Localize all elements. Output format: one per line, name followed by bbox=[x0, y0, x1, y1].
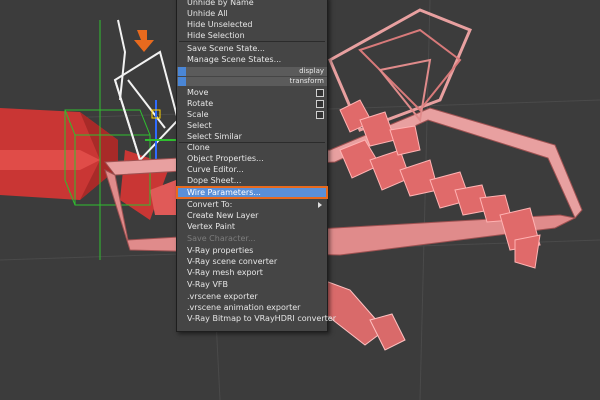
menu-item-label: Unhide by Name bbox=[187, 0, 254, 7]
quad-color-bar bbox=[178, 77, 186, 86]
menu-item-label: Clone bbox=[187, 143, 210, 152]
menu-item-curve-editor[interactable]: Curve Editor... bbox=[177, 164, 327, 175]
menu-item-label: Save Scene State... bbox=[187, 44, 265, 53]
menu-item-wire-parameters[interactable]: Wire Parameters... bbox=[176, 186, 328, 199]
menu-item-label: Dope Sheet... bbox=[187, 176, 242, 185]
menu-item-label: V-Ray scene converter bbox=[187, 257, 278, 266]
menu-item-manage-scene-states[interactable]: Manage Scene States... bbox=[177, 54, 327, 65]
menu-item-label: Wire Parameters... bbox=[187, 188, 261, 197]
menu-item-hide-selection[interactable]: Hide Selection bbox=[177, 30, 327, 41]
menu-item-label: Rotate bbox=[187, 99, 214, 108]
menu-item-label: V-Ray properties bbox=[187, 246, 254, 255]
quad-color-bar bbox=[178, 67, 186, 76]
menu-item-unhide-all[interactable]: Unhide All bbox=[177, 8, 327, 19]
menu-item-label: V-Ray VFB bbox=[187, 280, 229, 289]
settings-box-icon[interactable] bbox=[316, 100, 324, 108]
menu-item-label: Select Similar bbox=[187, 132, 242, 141]
orange-arrow-icon-1 bbox=[134, 30, 154, 52]
menu-item-clone[interactable]: Clone bbox=[177, 142, 327, 153]
menu-item-label: V-Ray Bitmap to VRayHDRI converter bbox=[187, 314, 336, 323]
menu-item-v-ray-properties[interactable]: V-Ray properties bbox=[177, 245, 327, 256]
menu-item-label: Select bbox=[187, 121, 212, 130]
menu-item-label: Manage Scene States... bbox=[187, 55, 282, 64]
submenu-arrow-icon bbox=[318, 202, 322, 208]
menu-item-label: Hide Unselected bbox=[187, 20, 253, 29]
menu-item-hide-unselected[interactable]: Hide Unselected bbox=[177, 19, 327, 30]
menu-item-v-ray-vfb[interactable]: V-Ray VFB bbox=[177, 279, 327, 290]
menu-item-select[interactable]: Select bbox=[177, 120, 327, 131]
menu-item-label: Curve Editor... bbox=[187, 165, 244, 174]
menu-item-label: Convert To: bbox=[187, 200, 233, 209]
settings-box-icon[interactable] bbox=[316, 89, 324, 97]
menu-separator bbox=[179, 41, 325, 42]
menu-item-label: .vrscene exporter bbox=[187, 292, 258, 301]
menu-item-label: V-Ray mesh export bbox=[187, 268, 263, 277]
menu-item-create-new-layer[interactable]: Create New Layer bbox=[177, 210, 327, 221]
menu-item-vrscene-animation-exporter[interactable]: .vrscene animation exporter bbox=[177, 302, 327, 313]
menu-item-label: Save Character... bbox=[187, 234, 256, 243]
menu-item-v-ray-bitmap-to-vrayhdri-converter[interactable]: V-Ray Bitmap to VRayHDRI converter bbox=[177, 313, 336, 324]
menu-item-label: Create New Layer bbox=[187, 211, 259, 220]
quad-context-menu: Unhide by Name Unhide All Hide Unselected H… bbox=[176, 0, 336, 332]
menu-item-object-properties[interactable]: Object Properties... bbox=[177, 153, 327, 164]
menu-item-save-character: Save Character... bbox=[177, 233, 327, 244]
settings-box-icon[interactable] bbox=[316, 111, 324, 119]
menu-item-v-ray-mesh-export[interactable]: V-Ray mesh export bbox=[177, 267, 327, 278]
menu-separator bbox=[179, 142, 325, 143]
menu-item-label: Move bbox=[187, 88, 209, 97]
viewport[interactable]: Unhide by Name Unhide All Hide Unselected H… bbox=[0, 0, 600, 400]
quad-section-label: display bbox=[299, 67, 324, 75]
menu-item-label: .vrscene animation exporter bbox=[187, 303, 301, 312]
menu-item-save-scene-state[interactable]: Save Scene State... bbox=[177, 43, 327, 54]
quad-section-transform[interactable]: transform bbox=[177, 77, 327, 86]
menu-item-vrscene-exporter[interactable]: .vrscene exporter bbox=[177, 291, 327, 302]
menu-item-label: Hide Selection bbox=[187, 31, 245, 40]
menu-item-vertex-paint[interactable]: Vertex Paint bbox=[177, 221, 327, 232]
menu-item-dope-sheet[interactable]: Dope Sheet... bbox=[177, 175, 327, 186]
menu-item-unhide-by-name[interactable]: Unhide by Name bbox=[177, 0, 327, 8]
menu-item-label: Scale bbox=[187, 110, 209, 119]
quad-section-display[interactable]: display bbox=[177, 67, 327, 76]
quad-section-label: transform bbox=[289, 77, 324, 85]
menu-item-rotate[interactable]: Rotate bbox=[177, 98, 327, 109]
menu-item-v-ray-scene-converter[interactable]: V-Ray scene converter bbox=[177, 256, 327, 267]
menu-item-move[interactable]: Move bbox=[177, 87, 327, 98]
menu-item-scale[interactable]: Scale bbox=[177, 109, 327, 120]
menu-item-label: Vertex Paint bbox=[187, 222, 236, 231]
menu-item-select-similar[interactable]: Select Similar bbox=[177, 131, 327, 142]
menu-item-convert-to[interactable]: Convert To: bbox=[177, 199, 327, 210]
menu-item-label: Object Properties... bbox=[187, 154, 264, 163]
menu-item-label: Unhide All bbox=[187, 9, 228, 18]
